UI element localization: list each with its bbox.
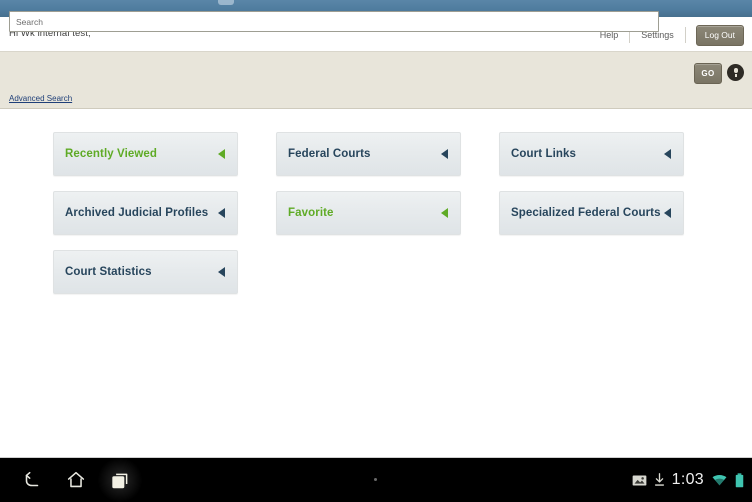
tile-court-statistics[interactable]: Court Statistics <box>53 250 238 294</box>
header-divider-2 <box>684 27 686 43</box>
nav-center-dot <box>374 478 377 481</box>
tile-label: Favorite <box>288 207 334 219</box>
screenshot-icon[interactable] <box>632 474 647 487</box>
microphone-glyph <box>733 68 738 77</box>
tile-row: Recently Viewed Federal Courts Court Lin… <box>53 132 693 176</box>
tile-recently-viewed[interactable]: Recently Viewed <box>53 132 238 176</box>
home-icon[interactable] <box>54 458 98 502</box>
chevron-left-icon <box>218 149 225 159</box>
top-bar-notch <box>218 0 234 5</box>
download-icon[interactable] <box>654 473 665 487</box>
tile-row: Archived Judicial Profiles Favorite Spec… <box>53 191 693 235</box>
wifi-icon[interactable] <box>711 473 728 487</box>
app-screen: Hi Wk internal test, Help Settings Log O… <box>0 0 752 502</box>
search-bar-area <box>0 52 752 109</box>
tile-label: Recently Viewed <box>65 148 158 160</box>
advanced-search-link[interactable]: Advanced Search <box>9 94 72 103</box>
chevron-left-icon <box>664 208 671 218</box>
chevron-left-icon <box>441 149 448 159</box>
recent-apps-icon[interactable] <box>98 458 142 502</box>
chevron-left-icon <box>664 149 671 159</box>
tile-label: Court Links <box>511 148 576 160</box>
search-go-button[interactable]: GO <box>694 63 722 84</box>
tile-specialized-federal-courts[interactable]: Specialized Federal Courts <box>499 191 684 235</box>
nav-buttons <box>10 458 142 502</box>
android-navigation-bar: 1:03 <box>0 458 752 502</box>
chevron-left-icon <box>441 208 448 218</box>
tile-label: Specialized Federal Courts <box>511 207 661 219</box>
status-icons: 1:03 <box>632 458 744 502</box>
tile-court-links[interactable]: Court Links <box>499 132 684 176</box>
search-input[interactable] <box>9 11 659 32</box>
main-content: Recently Viewed Federal Courts Court Lin… <box>0 110 752 458</box>
chevron-left-icon <box>218 267 225 277</box>
menu-tiles-grid: Recently Viewed Federal Courts Court Lin… <box>53 132 693 309</box>
status-clock: 1:03 <box>671 471 704 488</box>
battery-icon[interactable] <box>735 472 744 488</box>
tile-row: Court Statistics <box>53 250 693 294</box>
tile-label: Archived Judicial Profiles <box>65 207 209 219</box>
tile-archived-judicial-profiles[interactable]: Archived Judicial Profiles <box>53 191 238 235</box>
back-arrow-icon[interactable] <box>10 458 54 502</box>
chevron-left-icon <box>218 208 225 218</box>
tile-label: Federal Courts <box>288 148 371 160</box>
logout-button[interactable]: Log Out <box>695 24 744 46</box>
tile-label: Court Statistics <box>65 266 152 278</box>
tile-favorite[interactable]: Favorite <box>276 191 461 235</box>
tile-federal-courts[interactable]: Federal Courts <box>276 132 461 176</box>
microphone-icon[interactable] <box>727 64 744 81</box>
